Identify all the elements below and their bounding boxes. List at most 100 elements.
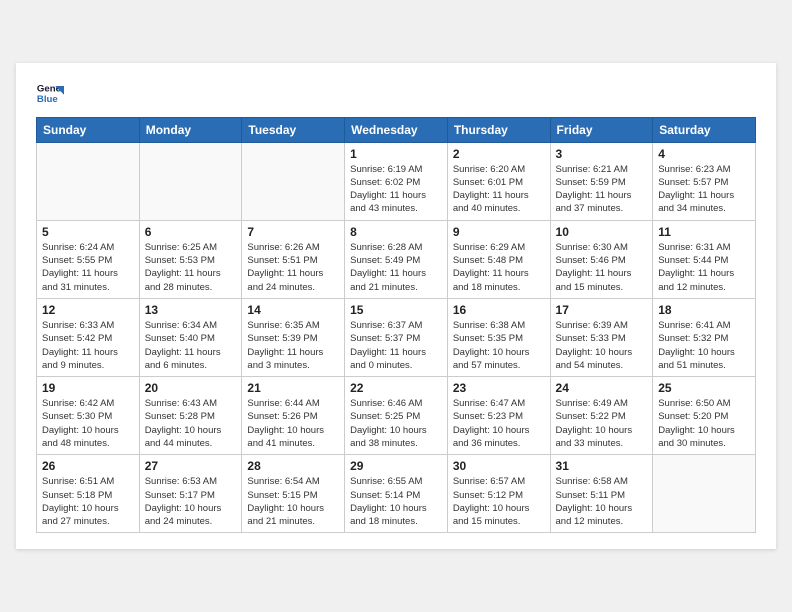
day-info: Sunrise: 6:35 AM Sunset: 5:39 PM Dayligh… — [247, 319, 339, 372]
day-number: 30 — [453, 459, 545, 473]
day-cell: 20 Sunrise: 6:43 AM Sunset: 5:28 PM Dayli… — [139, 377, 242, 455]
day-cell: 3 Sunrise: 6:21 AM Sunset: 5:59 PM Daylig… — [550, 142, 653, 220]
day-cell — [242, 142, 345, 220]
weekday-friday: Friday — [550, 117, 653, 142]
day-cell: 27Sunrise: 6:53 AM Sunset: 5:17 PM Dayli… — [139, 455, 242, 533]
day-cell: 12 Sunrise: 6:33 AM Sunset: 5:42 PM Dayli… — [37, 298, 140, 376]
svg-text:Blue: Blue — [37, 93, 58, 104]
day-number: 2 — [453, 147, 545, 161]
day-info: Sunrise: 6:47 AM Sunset: 5:23 PM Dayligh… — [453, 397, 545, 450]
week-row-2: 12 Sunrise: 6:33 AM Sunset: 5:42 PM Dayli… — [37, 298, 756, 376]
day-number: 6 — [145, 225, 237, 239]
day-cell: 13 Sunrise: 6:34 AM Sunset: 5:40 PM Dayli… — [139, 298, 242, 376]
day-number: 31 — [556, 459, 648, 473]
day-number: 8 — [350, 225, 442, 239]
day-number: 1 — [350, 147, 442, 161]
weekday-sunday: Sunday — [37, 117, 140, 142]
day-info: Sunrise: 6:19 AM Sunset: 6:02 PM Dayligh… — [350, 163, 442, 216]
day-number: 11 — [658, 225, 750, 239]
day-cell: 19Sunrise: 6:42 AM Sunset: 5:30 PM Dayli… — [37, 377, 140, 455]
day-number: 14 — [247, 303, 339, 317]
calendar-table: SundayMondayTuesdayWednesdayThursdayFrid… — [36, 117, 756, 534]
day-info: Sunrise: 6:23 AM Sunset: 5:57 PM Dayligh… — [658, 163, 750, 216]
day-cell: 6 Sunrise: 6:25 AM Sunset: 5:53 PM Daylig… — [139, 220, 242, 298]
day-info: Sunrise: 6:38 AM Sunset: 5:35 PM Dayligh… — [453, 319, 545, 372]
day-info: Sunrise: 6:46 AM Sunset: 5:25 PM Dayligh… — [350, 397, 442, 450]
weekday-saturday: Saturday — [653, 117, 756, 142]
day-number: 29 — [350, 459, 442, 473]
day-info: Sunrise: 6:43 AM Sunset: 5:28 PM Dayligh… — [145, 397, 237, 450]
day-cell: 4 Sunrise: 6:23 AM Sunset: 5:57 PM Daylig… — [653, 142, 756, 220]
day-info: Sunrise: 6:21 AM Sunset: 5:59 PM Dayligh… — [556, 163, 648, 216]
day-cell: 21 Sunrise: 6:44 AM Sunset: 5:26 PM Dayli… — [242, 377, 345, 455]
day-number: 3 — [556, 147, 648, 161]
week-row-0: 1 Sunrise: 6:19 AM Sunset: 6:02 PM Daylig… — [37, 142, 756, 220]
logo: General Blue — [36, 79, 64, 107]
day-info: Sunrise: 6:57 AM Sunset: 5:12 PM Dayligh… — [453, 475, 545, 528]
day-cell: 9 Sunrise: 6:29 AM Sunset: 5:48 PM Daylig… — [447, 220, 550, 298]
weekday-header-row: SundayMondayTuesdayWednesdayThursdayFrid… — [37, 117, 756, 142]
day-cell: 8 Sunrise: 6:28 AM Sunset: 5:49 PM Daylig… — [345, 220, 448, 298]
day-info: Sunrise: 6:29 AM Sunset: 5:48 PM Dayligh… — [453, 241, 545, 294]
weekday-tuesday: Tuesday — [242, 117, 345, 142]
day-number: 25 — [658, 381, 750, 395]
weekday-thursday: Thursday — [447, 117, 550, 142]
day-cell: 15 Sunrise: 6:37 AM Sunset: 5:37 PM Dayli… — [345, 298, 448, 376]
day-number: 26 — [42, 459, 134, 473]
logo-icon: General Blue — [36, 79, 64, 107]
day-number: 12 — [42, 303, 134, 317]
day-number: 18 — [658, 303, 750, 317]
day-cell: 29 Sunrise: 6:55 AM Sunset: 5:14 PM Dayli… — [345, 455, 448, 533]
day-cell — [37, 142, 140, 220]
day-info: Sunrise: 6:24 AM Sunset: 5:55 PM Dayligh… — [42, 241, 134, 294]
day-number: 9 — [453, 225, 545, 239]
week-row-3: 19Sunrise: 6:42 AM Sunset: 5:30 PM Dayli… — [37, 377, 756, 455]
week-row-4: 26Sunrise: 6:51 AM Sunset: 5:18 PM Dayli… — [37, 455, 756, 533]
day-number: 4 — [658, 147, 750, 161]
calendar-container: General Blue SundayMondayTuesdayWednesda… — [16, 63, 776, 550]
day-number: 23 — [453, 381, 545, 395]
day-info: Sunrise: 6:20 AM Sunset: 6:01 PM Dayligh… — [453, 163, 545, 216]
day-number: 24 — [556, 381, 648, 395]
day-info: Sunrise: 6:34 AM Sunset: 5:40 PM Dayligh… — [145, 319, 237, 372]
day-number: 16 — [453, 303, 545, 317]
day-number: 7 — [247, 225, 339, 239]
weekday-wednesday: Wednesday — [345, 117, 448, 142]
day-cell: 24 Sunrise: 6:49 AM Sunset: 5:22 PM Dayli… — [550, 377, 653, 455]
day-info: Sunrise: 6:39 AM Sunset: 5:33 PM Dayligh… — [556, 319, 648, 372]
day-info: Sunrise: 6:28 AM Sunset: 5:49 PM Dayligh… — [350, 241, 442, 294]
day-cell: 14 Sunrise: 6:35 AM Sunset: 5:39 PM Dayli… — [242, 298, 345, 376]
day-cell: 31 Sunrise: 6:58 AM Sunset: 5:11 PM Dayli… — [550, 455, 653, 533]
day-number: 22 — [350, 381, 442, 395]
day-number: 17 — [556, 303, 648, 317]
day-number: 21 — [247, 381, 339, 395]
day-cell: 1 Sunrise: 6:19 AM Sunset: 6:02 PM Daylig… — [345, 142, 448, 220]
day-number: 19 — [42, 381, 134, 395]
day-number: 20 — [145, 381, 237, 395]
day-info: Sunrise: 6:58 AM Sunset: 5:11 PM Dayligh… — [556, 475, 648, 528]
day-cell: 26Sunrise: 6:51 AM Sunset: 5:18 PM Dayli… — [37, 455, 140, 533]
day-cell: 30 Sunrise: 6:57 AM Sunset: 5:12 PM Dayli… — [447, 455, 550, 533]
day-info: Sunrise: 6:25 AM Sunset: 5:53 PM Dayligh… — [145, 241, 237, 294]
day-cell: 25Sunrise: 6:50 AM Sunset: 5:20 PM Dayli… — [653, 377, 756, 455]
weekday-monday: Monday — [139, 117, 242, 142]
day-number: 5 — [42, 225, 134, 239]
day-info: Sunrise: 6:49 AM Sunset: 5:22 PM Dayligh… — [556, 397, 648, 450]
day-number: 13 — [145, 303, 237, 317]
day-info: Sunrise: 6:54 AM Sunset: 5:15 PM Dayligh… — [247, 475, 339, 528]
day-cell: 7Sunrise: 6:26 AM Sunset: 5:51 PM Daylig… — [242, 220, 345, 298]
day-info: Sunrise: 6:33 AM Sunset: 5:42 PM Dayligh… — [42, 319, 134, 372]
week-row-1: 5 Sunrise: 6:24 AM Sunset: 5:55 PM Daylig… — [37, 220, 756, 298]
day-cell: 11Sunrise: 6:31 AM Sunset: 5:44 PM Dayli… — [653, 220, 756, 298]
day-info: Sunrise: 6:53 AM Sunset: 5:17 PM Dayligh… — [145, 475, 237, 528]
day-cell — [139, 142, 242, 220]
day-info: Sunrise: 6:37 AM Sunset: 5:37 PM Dayligh… — [350, 319, 442, 372]
day-info: Sunrise: 6:30 AM Sunset: 5:46 PM Dayligh… — [556, 241, 648, 294]
day-cell: 23 Sunrise: 6:47 AM Sunset: 5:23 PM Dayli… — [447, 377, 550, 455]
calendar-header: General Blue — [36, 79, 756, 107]
day-cell: 2 Sunrise: 6:20 AM Sunset: 6:01 PM Daylig… — [447, 142, 550, 220]
day-info: Sunrise: 6:55 AM Sunset: 5:14 PM Dayligh… — [350, 475, 442, 528]
day-number: 15 — [350, 303, 442, 317]
day-info: Sunrise: 6:44 AM Sunset: 5:26 PM Dayligh… — [247, 397, 339, 450]
day-number: 28 — [247, 459, 339, 473]
